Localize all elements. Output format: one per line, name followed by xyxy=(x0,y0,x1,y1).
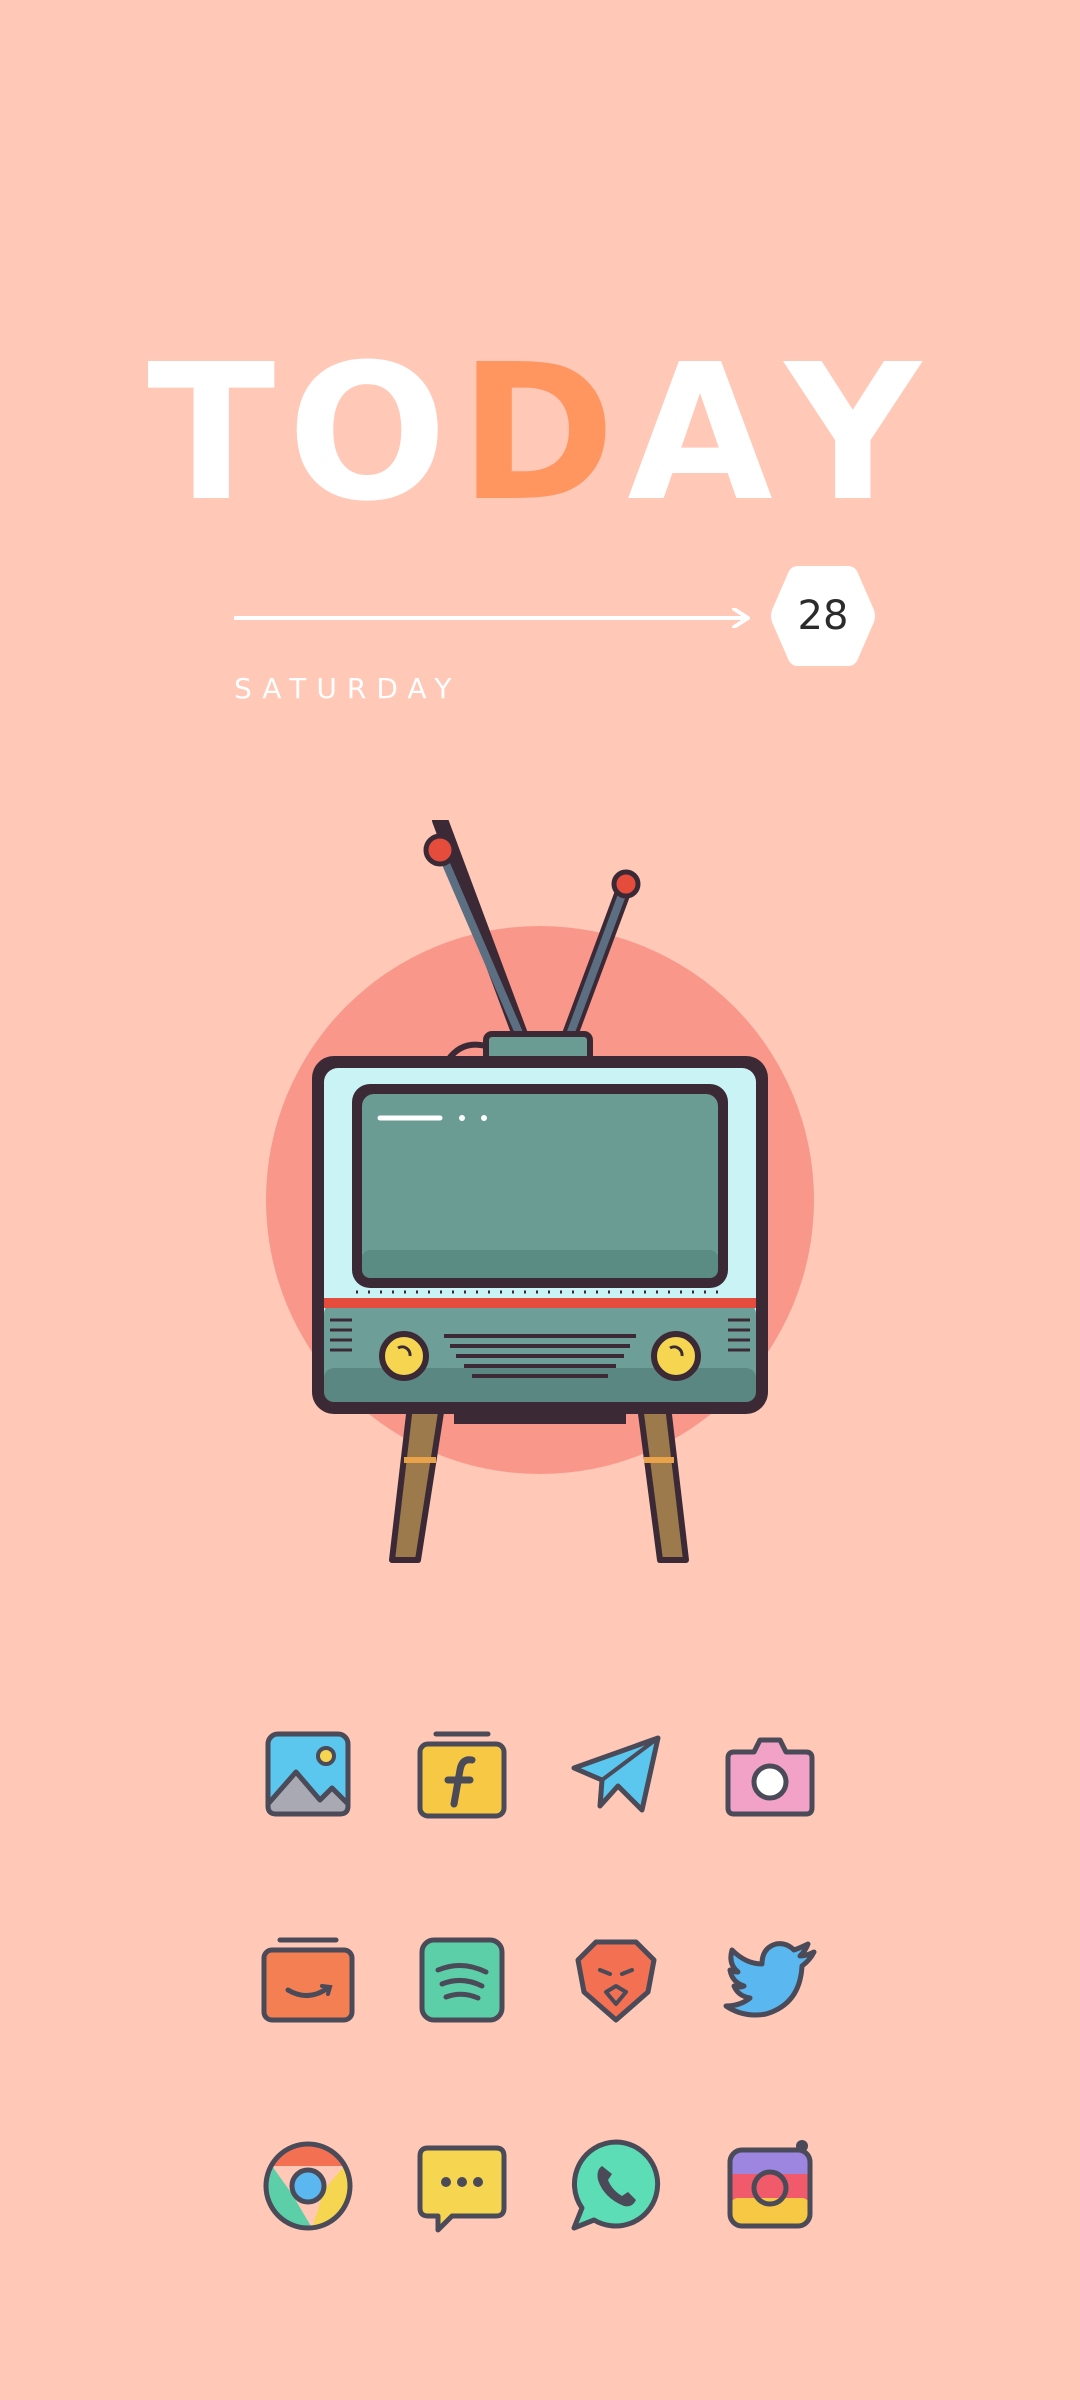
twitter-icon[interactable] xyxy=(720,1930,820,2030)
retro-tv-icon xyxy=(266,820,814,1563)
weekday-label: SATURDAY xyxy=(234,672,462,705)
date-badge[interactable]: 28 xyxy=(768,560,878,672)
today-letter: T xyxy=(147,324,288,543)
chrome-icon[interactable] xyxy=(258,2136,358,2236)
instagram-icon[interactable] xyxy=(720,2136,820,2236)
today-letter: O xyxy=(287,324,460,543)
today-letter-accent: D xyxy=(459,324,628,543)
amazon-icon[interactable] xyxy=(258,1930,358,2030)
flipkart-icon[interactable] xyxy=(412,1724,512,1824)
spotify-icon[interactable] xyxy=(412,1930,512,2030)
whatsapp-icon[interactable] xyxy=(566,2136,666,2236)
camera-icon[interactable] xyxy=(720,1724,820,1824)
messages-icon[interactable] xyxy=(412,2136,512,2236)
telegram-icon[interactable] xyxy=(566,1724,666,1824)
today-letter: Y xyxy=(784,324,933,543)
today-title: TODAY xyxy=(0,340,1080,528)
gallery-icon[interactable] xyxy=(258,1724,358,1824)
brave-icon[interactable] xyxy=(566,1930,666,2030)
today-letter: A xyxy=(627,324,785,543)
arrow-right-icon xyxy=(234,608,750,628)
date-number: 28 xyxy=(797,593,849,639)
